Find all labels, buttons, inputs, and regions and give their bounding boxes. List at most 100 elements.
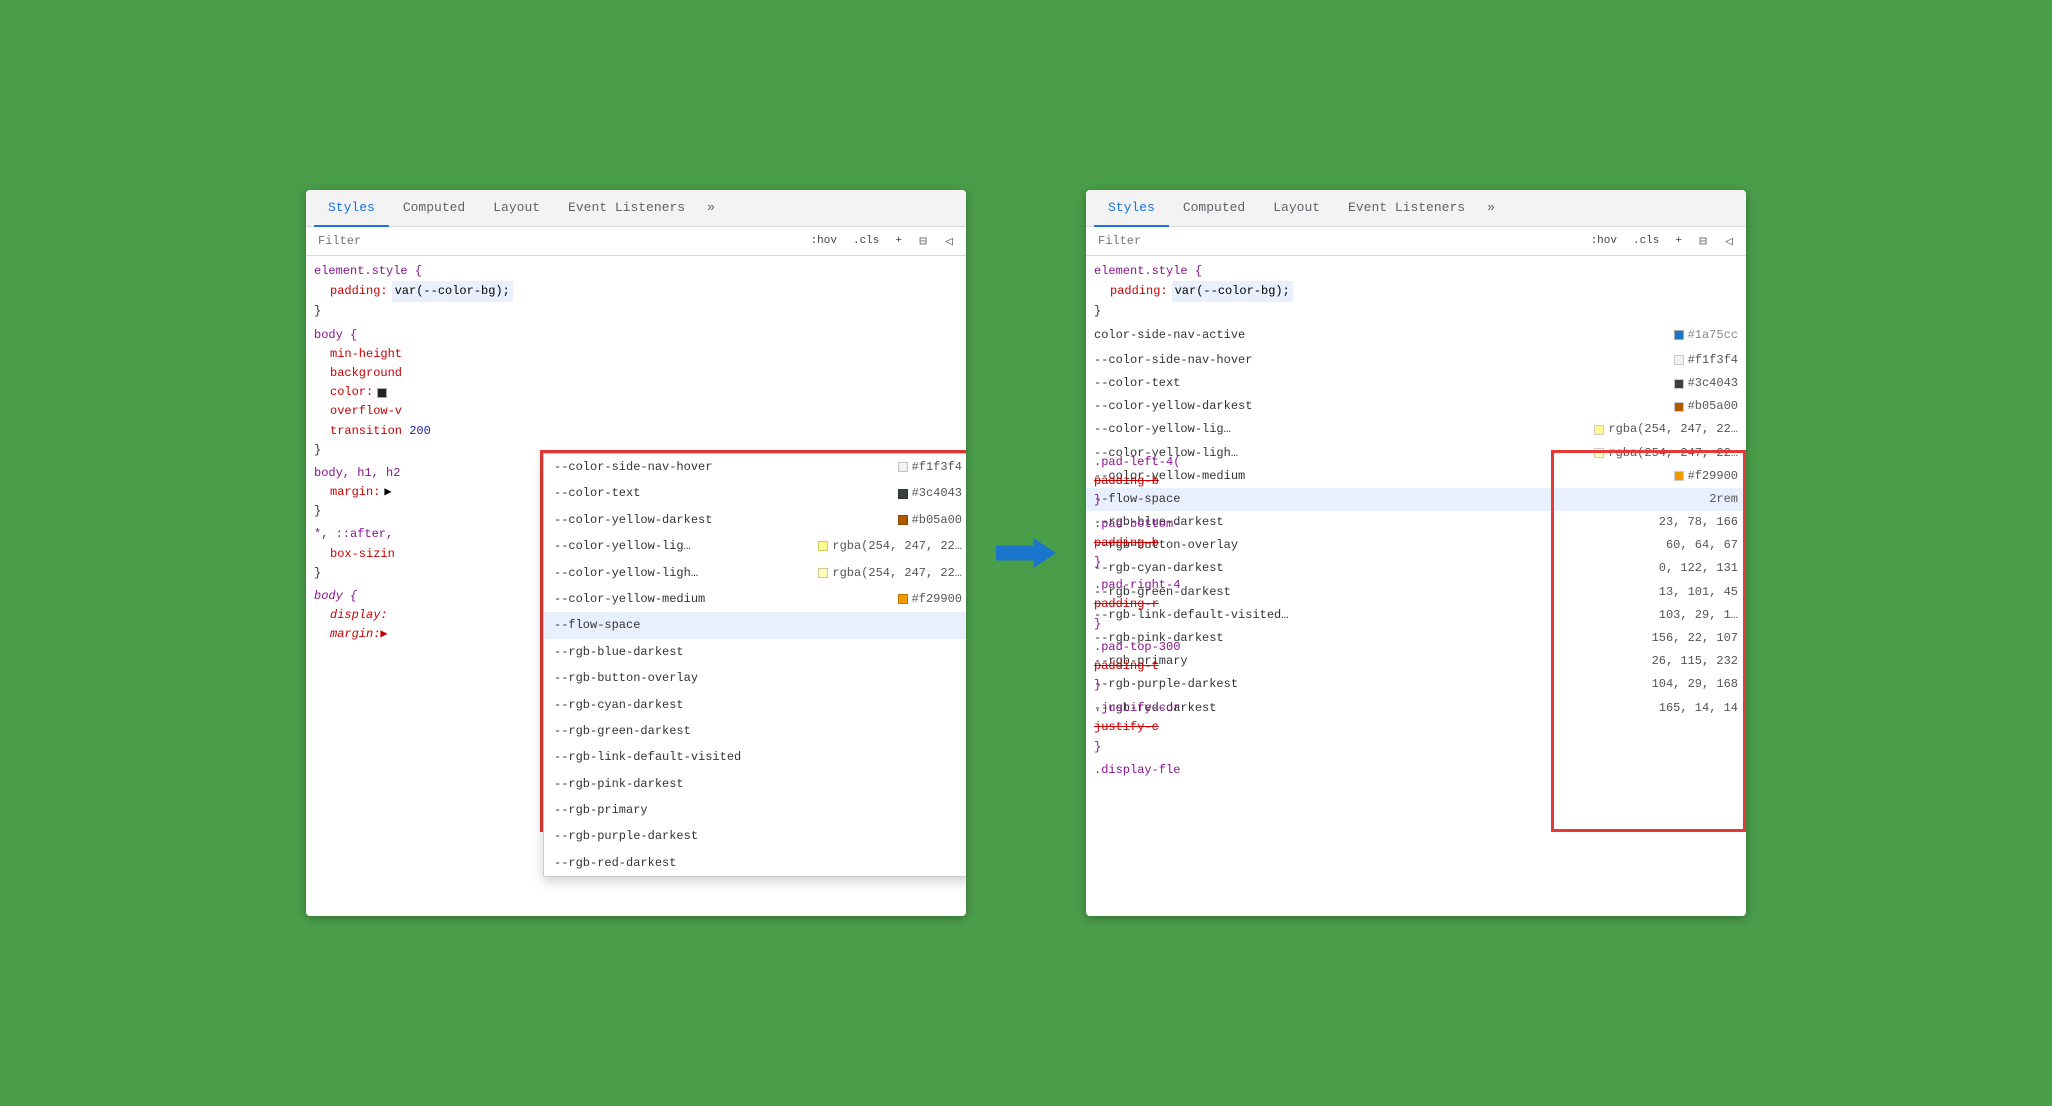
ac-name-2: --color-yellow-darkest — [554, 510, 898, 530]
right-var-val-15: 165, 14, 14 — [1659, 699, 1738, 718]
autocomplete-item-7[interactable]: --rgb-blue-darkest — [544, 639, 966, 665]
ac-name-9: --rgb-cyan-darkest — [554, 695, 962, 715]
right-tab-styles[interactable]: Styles — [1094, 190, 1169, 227]
autocomplete-item-9[interactable]: --rgb-cyan-darkest — [544, 692, 966, 718]
body-color: color: — [330, 383, 373, 402]
autocomplete-item-15[interactable]: --rgb-red-darkest — [544, 850, 966, 876]
right-var-val-5: #f29900 — [1674, 467, 1738, 486]
right-var-val-2: #b05a00 — [1674, 397, 1738, 416]
left-tab-computed[interactable]: Computed — [389, 190, 479, 227]
right-var-val-4: rgba(254, 247, 22… — [1594, 444, 1738, 463]
left-tabs: Styles Computed Layout Event Listeners » — [306, 190, 966, 227]
cls-button[interactable]: .cls — [849, 233, 883, 249]
right-var-val-1: #3c4043 — [1674, 374, 1738, 393]
right-color-nav-swatch: #1a75cc — [1674, 326, 1738, 345]
ac-name-0: --color-side-nav-hover — [554, 457, 898, 477]
margin-prop: margin:▶ — [330, 625, 388, 644]
ac-name-6: --flow-space — [554, 615, 962, 635]
ac-val-4: rgba(254, 247, 22… — [818, 563, 962, 583]
right-tab-event-listeners[interactable]: Event Listeners — [1334, 190, 1479, 227]
autocomplete-item-2[interactable]: --color-yellow-darkest #b05a00 — [544, 507, 966, 533]
swatch-4 — [818, 568, 828, 578]
ac-name-12: --rgb-pink-darkest — [554, 774, 962, 794]
right-var-val-8: 60, 64, 67 — [1666, 536, 1738, 555]
right-prop-padding-name: padding: — [1110, 282, 1168, 301]
left-devtools-panel: Styles Computed Layout Event Listeners »… — [306, 190, 966, 916]
right-tab-computed[interactable]: Computed — [1169, 190, 1259, 227]
right-var-row-3: --color-yellow-lig… rgba(254, 247, 22… — [1086, 418, 1746, 441]
body-overflow: overflow-v — [314, 402, 958, 421]
autocomplete-item-11[interactable]: --rgb-link-default-visited — [544, 744, 966, 770]
right-close-brace-1: } — [1094, 304, 1101, 318]
left-filter-input[interactable] — [314, 231, 799, 251]
ac-val-5: #f29900 — [898, 589, 962, 609]
rv-swatch-2 — [1674, 402, 1684, 412]
right-add-button[interactable]: + — [1671, 233, 1686, 249]
left-tab-layout[interactable]: Layout — [479, 190, 554, 227]
autocomplete-item-6[interactable]: --flow-space — [544, 612, 966, 638]
right-styles-icon[interactable]: ⊟ — [1694, 232, 1712, 250]
right-pad-top-rule: .pad-top-300 padding-t } — [1086, 636, 1326, 698]
ac-name-10: --rgb-green-darkest — [554, 721, 962, 741]
ac-name-11: --rgb-link-default-visited — [554, 747, 962, 767]
right-pad-right-rule: .pad-right-4 padding-r } — [1086, 574, 1326, 636]
left-toolbar: :hov .cls + ⊟ ◁ — [306, 227, 966, 256]
right-hov-button[interactable]: :hov — [1587, 233, 1621, 249]
autocomplete-item-0[interactable]: --color-side-nav-hover #f1f3f4 — [544, 454, 966, 480]
styles-icon[interactable]: ⊟ — [914, 232, 932, 250]
body-rule: body { min-height background color: over… — [306, 324, 966, 462]
prop-padding-name: padding: — [330, 282, 388, 301]
add-button[interactable]: + — [891, 233, 906, 249]
swatch-2 — [898, 515, 908, 525]
element-style-rule: element.style { padding: var(--color-bg)… — [306, 260, 966, 324]
right-tab-more[interactable]: » — [1479, 190, 1503, 227]
ac-name-13: --rgb-primary — [554, 800, 962, 820]
autocomplete-item-1[interactable]: --color-text #3c4043 — [544, 480, 966, 506]
autocomplete-dropdown[interactable]: --color-side-nav-hover #f1f3f4 --color-t… — [543, 453, 966, 877]
right-var-val-10: 13, 101, 45 — [1659, 583, 1738, 602]
right-filter-input[interactable] — [1094, 231, 1579, 251]
color-swatch-black — [377, 388, 387, 398]
left-tab-more[interactable]: » — [699, 190, 723, 227]
autocomplete-item-14[interactable]: --rgb-purple-darkest — [544, 823, 966, 849]
right-truncated-rules: color-side-nav-active #1a75cc — [1086, 324, 1746, 347]
toggle-icon[interactable]: ◁ — [940, 232, 958, 250]
autocomplete-item-10[interactable]: --rgb-green-darkest — [544, 718, 966, 744]
ac-name-4: --color-yellow-ligh… — [554, 563, 818, 583]
ac-name-3: --color-yellow-lig… — [554, 536, 818, 556]
right-var-val-0: #f1f3f4 — [1674, 351, 1738, 370]
left-tab-event-listeners[interactable]: Event Listeners — [554, 190, 699, 227]
right-pad-left-prop: padding-b — [1094, 474, 1159, 488]
right-var-name-2: --color-yellow-darkest — [1094, 397, 1252, 416]
right-var-name-1: --color-text — [1094, 374, 1180, 393]
direction-arrow — [996, 533, 1056, 573]
left-content: element.style { padding: var(--color-bg)… — [306, 256, 966, 916]
autocomplete-item-13[interactable]: --rgb-primary — [544, 797, 966, 823]
main-container: Styles Computed Layout Event Listeners »… — [306, 190, 1746, 916]
right-cls-button[interactable]: .cls — [1629, 233, 1663, 249]
autocomplete-item-4[interactable]: --color-yellow-ligh… rgba(254, 247, 22… — [544, 560, 966, 586]
margin-triangle: ▶ — [384, 483, 391, 502]
autocomplete-item-12[interactable]: --rgb-pink-darkest — [544, 771, 966, 797]
ac-val-1: #3c4043 — [898, 483, 962, 503]
right-var-val-6: 2rem — [1709, 490, 1738, 509]
swatch-5 — [898, 594, 908, 604]
right-pad-left-rule: .pad-left-4( padding-b } — [1086, 451, 1326, 513]
right-var-row-1: --color-text #3c4043 — [1086, 372, 1746, 395]
right-tab-layout[interactable]: Layout — [1259, 190, 1334, 227]
autocomplete-item-8[interactable]: --rgb-button-overlay — [544, 665, 966, 691]
autocomplete-item-3[interactable]: --color-yellow-lig… rgba(254, 247, 22… — [544, 533, 966, 559]
hov-button[interactable]: :hov — [807, 233, 841, 249]
right-var-val-7: 23, 78, 166 — [1659, 513, 1738, 532]
right-pad-top-prop: padding-t — [1094, 659, 1159, 673]
body-background: background — [314, 364, 958, 383]
right-justify-rule: .justify-cor justify-c } — [1086, 697, 1326, 759]
prop-padding-value: var(--color-bg); — [392, 281, 513, 302]
right-toggle-icon[interactable]: ◁ — [1720, 232, 1738, 250]
right-var-row-0: --color-side-nav-hover #f1f3f4 — [1086, 349, 1746, 372]
left-tab-styles[interactable]: Styles — [314, 190, 389, 227]
right-var-val-9: 0, 122, 131 — [1659, 559, 1738, 578]
close-brace-3: } — [314, 504, 321, 518]
ac-name-1: --color-text — [554, 483, 898, 503]
autocomplete-item-5[interactable]: --color-yellow-medium #f29900 — [544, 586, 966, 612]
